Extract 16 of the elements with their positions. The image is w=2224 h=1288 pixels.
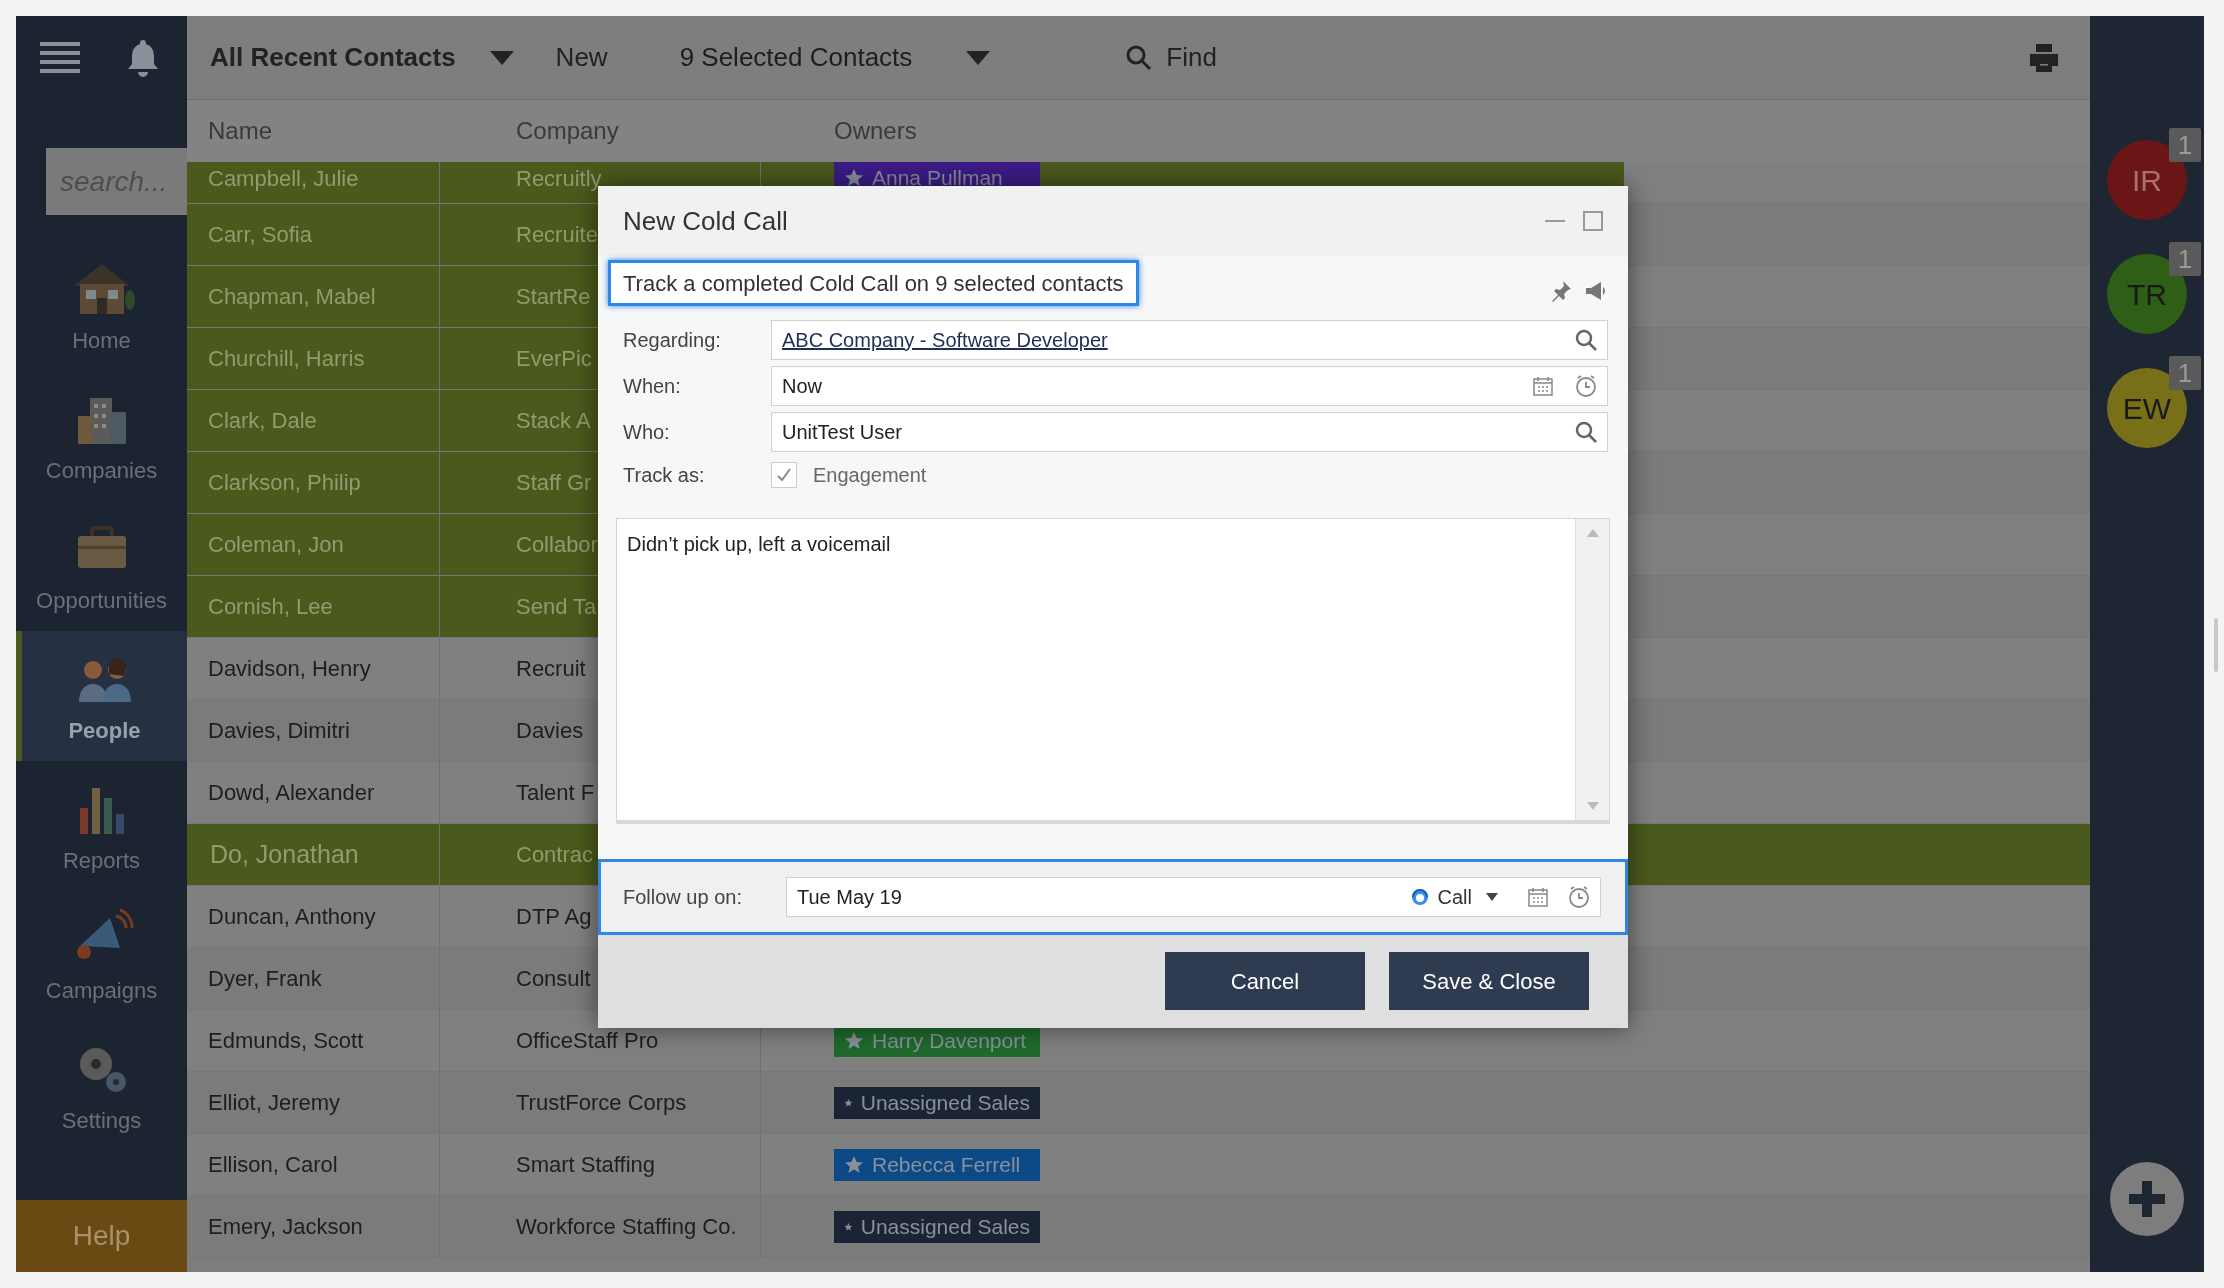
selection-label: 9 Selected Contacts: [679, 41, 913, 74]
count-badge: 1: [2169, 356, 2201, 390]
count-badge: 1: [2169, 128, 2201, 162]
field-label: Regarding:: [622, 328, 722, 353]
owner-badge: Unassigned Sales: [834, 1086, 1040, 1119]
owner-badge: Rebecca Ferrell: [834, 1148, 1040, 1181]
checkbox-label: Engagement: [813, 463, 927, 488]
count-badge: 1: [2169, 242, 2201, 276]
owner-badge: Unassigned Sales: [834, 1210, 1040, 1243]
field-label: Follow up on:: [623, 885, 743, 910]
field-label: Who:: [622, 420, 671, 445]
instruction-text: Track a completed Cold Call on 9 selected contacts: [608, 260, 1139, 306]
field-label: Track as:: [622, 463, 706, 488]
field-label: When:: [622, 374, 682, 399]
view-title: All Recent Contacts: [210, 41, 456, 74]
dialog-title: New Cold Call: [623, 204, 788, 238]
